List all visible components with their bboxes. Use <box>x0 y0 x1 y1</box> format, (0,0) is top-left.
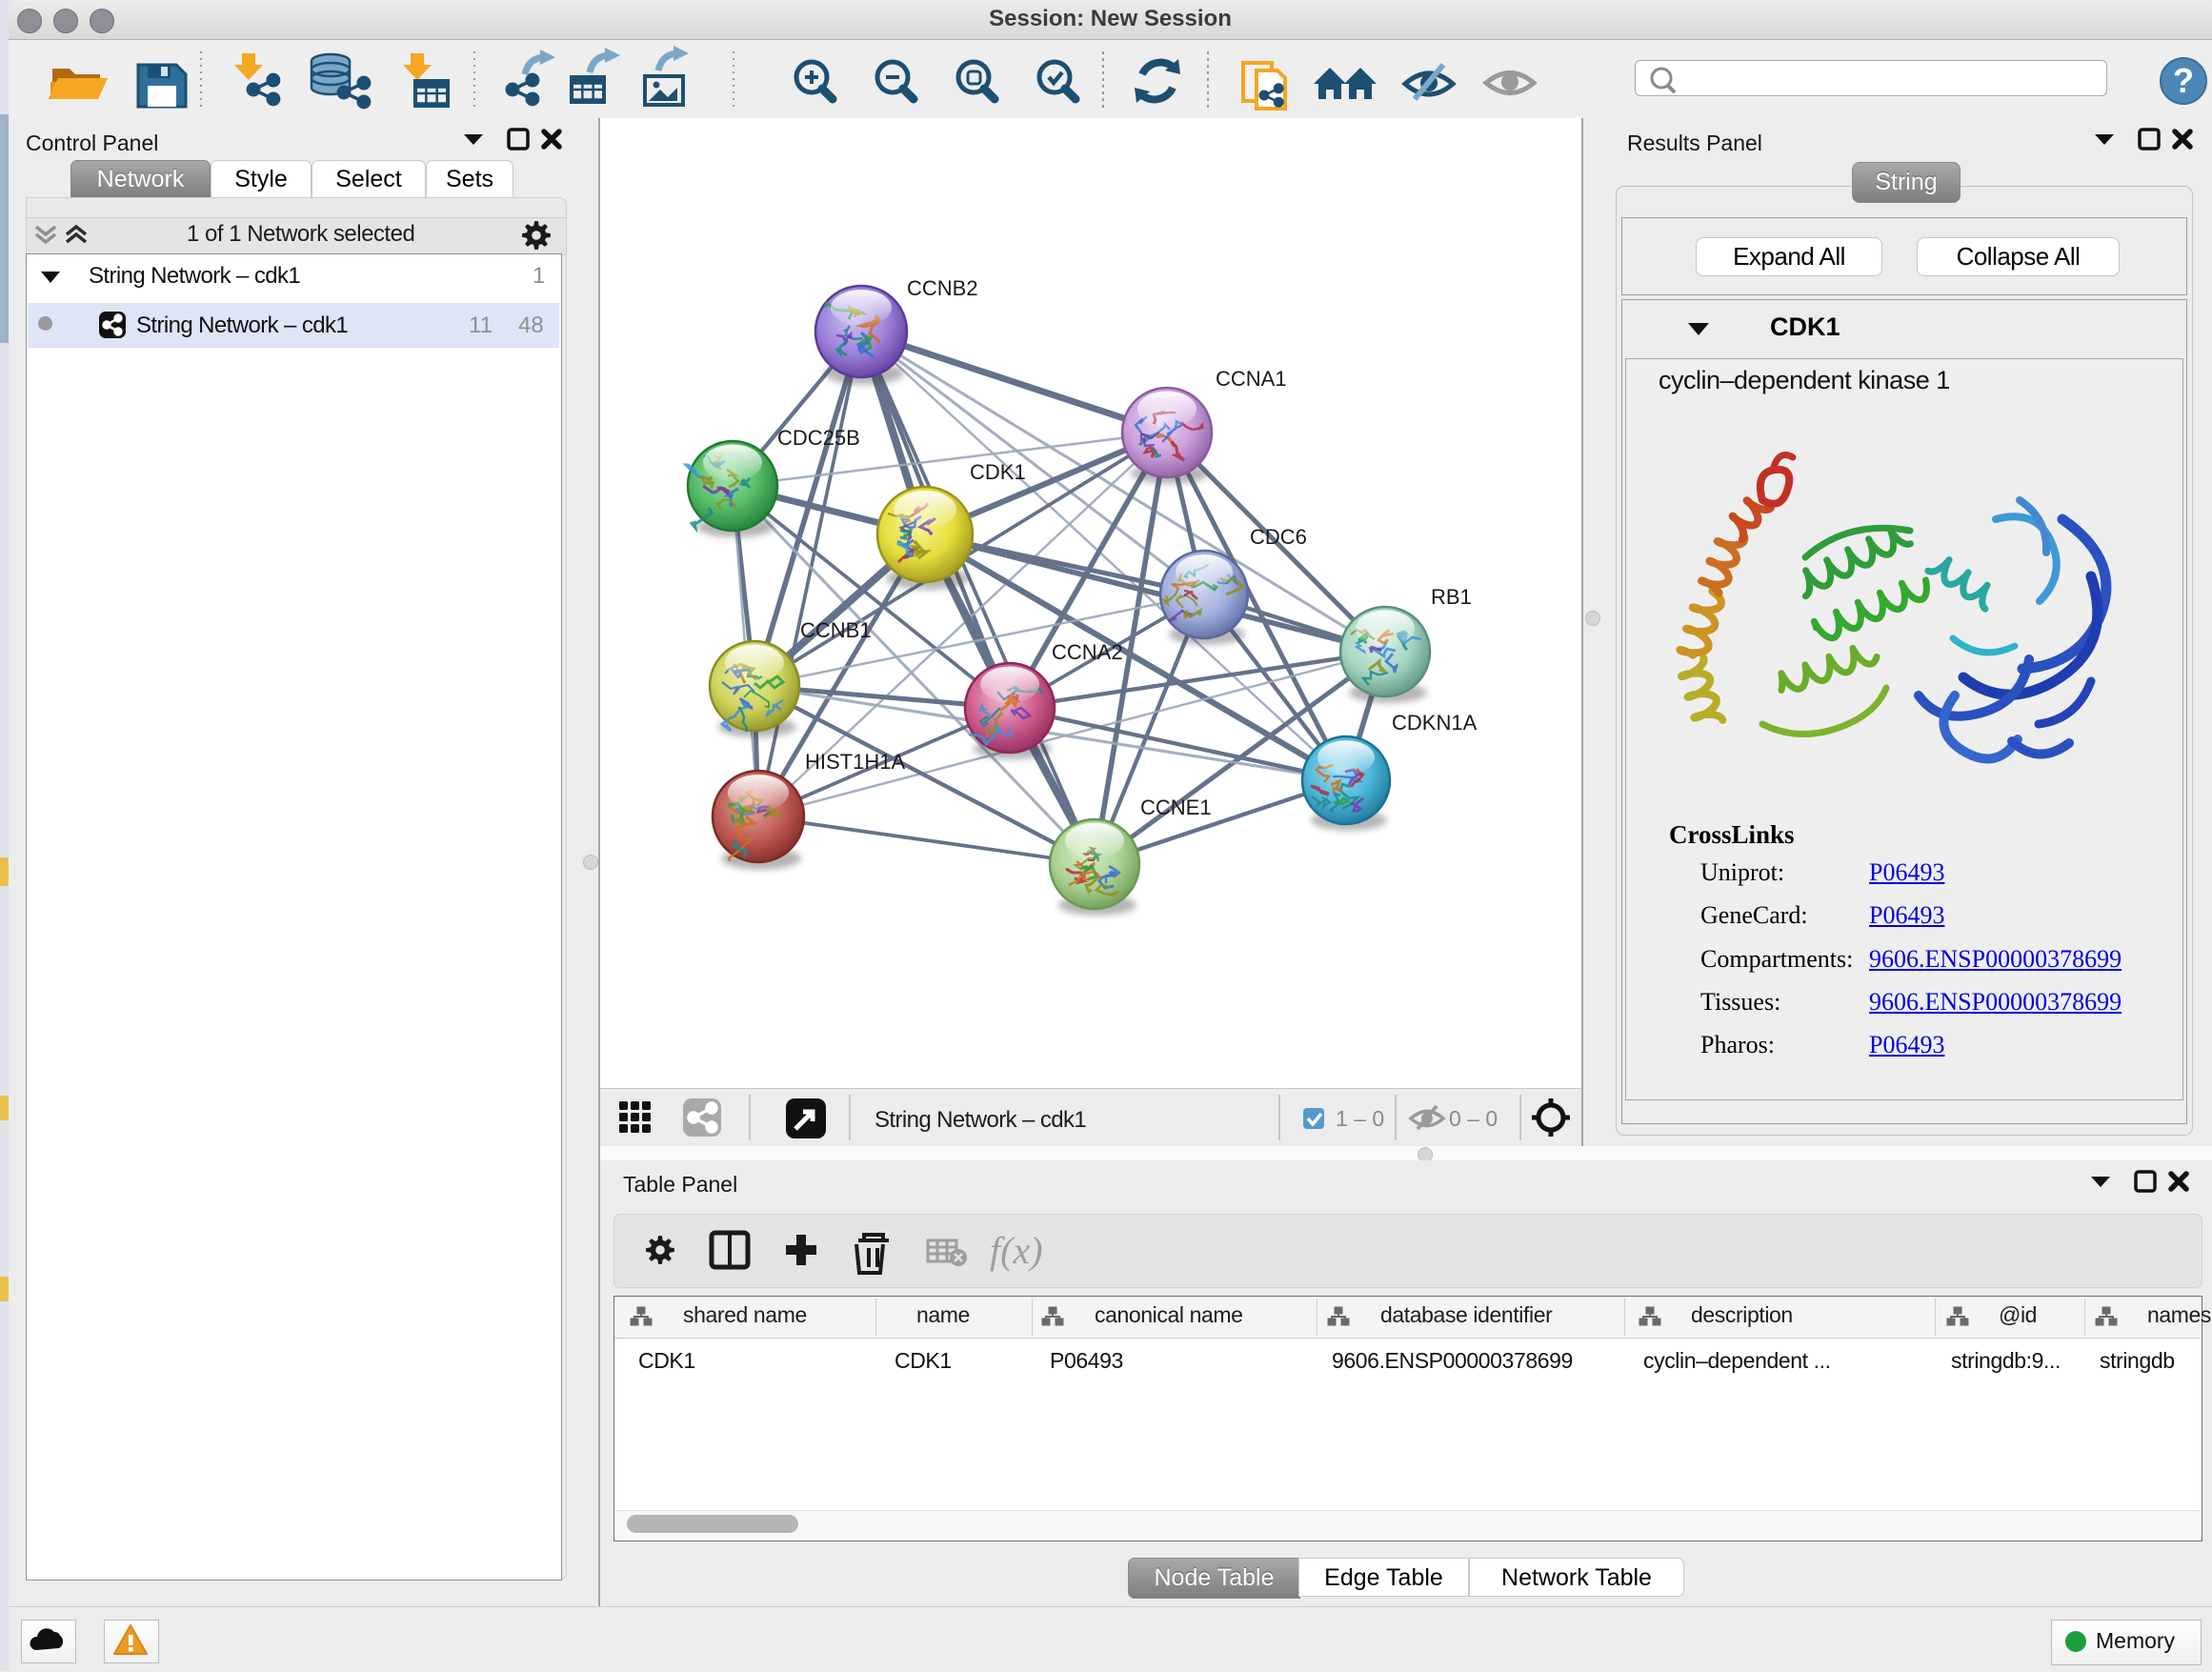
svg-text:CDK1: CDK1 <box>970 460 1026 484</box>
svg-text:CCNA2: CCNA2 <box>1052 640 1123 664</box>
svg-text:CCNB2: CCNB2 <box>907 276 978 300</box>
svg-text:CDKN1A: CDKN1A <box>1392 711 1478 735</box>
svg-text:RB1: RB1 <box>1431 585 1472 609</box>
svg-text:CCNB1: CCNB1 <box>800 618 872 642</box>
svg-text:String Network – cdk1: String Network – cdk1 <box>875 1107 1086 1133</box>
svg-text:CDC25B: CDC25B <box>777 426 860 450</box>
svg-text:f(x): f(x) <box>990 1229 1043 1272</box>
svg-text:CCNA1: CCNA1 <box>1216 367 1287 391</box>
svg-text:CDC6: CDC6 <box>1250 525 1307 549</box>
svg-text:0 – 0: 0 – 0 <box>1449 1106 1498 1131</box>
svg-text:CCNE1: CCNE1 <box>1140 796 1212 819</box>
svg-text:?: ? <box>2173 61 2194 100</box>
svg-text:1 – 0: 1 – 0 <box>1336 1106 1384 1131</box>
svg-text:HIST1H1A: HIST1H1A <box>805 750 905 774</box>
